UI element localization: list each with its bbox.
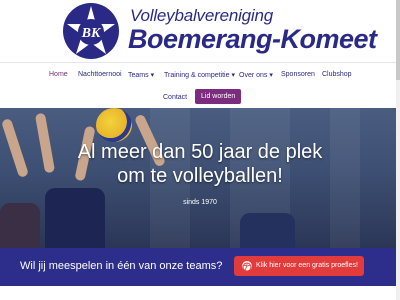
cta-band: Wil jij meespelen in één van onze teams?…: [0, 248, 400, 286]
nav-item-sponsoren[interactable]: Sponsoren: [281, 71, 315, 78]
chevron-down-icon: ▾: [269, 72, 273, 79]
nav-item-nachttoernooi[interactable]: Nachttoernooi: [78, 71, 122, 78]
chevron-down-icon: ▾: [150, 72, 155, 79]
player-silhouette: [45, 188, 105, 248]
hero-title: Al meer dan 50 jaar de plek om te volley…: [0, 140, 400, 188]
trial-lesson-button[interactable]: Klik hier voor een gratis proefles!: [234, 256, 364, 276]
nav-item-teams[interactable]: Teams ▾: [128, 71, 154, 79]
player-silhouette: [240, 213, 295, 248]
club-logo[interactable]: BK: [62, 2, 120, 60]
nav-item-home[interactable]: Home: [49, 71, 68, 78]
join-club-button[interactable]: Lid worden: [195, 89, 242, 104]
nav-item-over-ons[interactable]: Over ons ▾: [239, 71, 273, 79]
hero-title-line-1: Al meer dan 50 jaar de plek: [77, 141, 323, 163]
chevron-down-icon: ▾: [231, 72, 235, 79]
logo-lettering: BK: [81, 26, 102, 41]
hero-banner: Al meer dan 50 jaar de plek om te volley…: [0, 108, 400, 248]
nav-item-clubshop[interactable]: Clubshop: [322, 71, 352, 78]
nav-item-contact[interactable]: Contact: [163, 94, 187, 101]
scrollbar-thumb[interactable]: [396, 0, 400, 80]
hero-subtitle: sinds 1970: [183, 199, 217, 206]
main-navigation: Home Nachttoernooi Teams ▾ Training & co…: [0, 62, 400, 107]
brand-title[interactable]: Boemerang-Komeet: [128, 24, 377, 55]
page-footer-strip: [0, 286, 400, 300]
hero-title-line-2: om te volleyballen!: [117, 165, 283, 187]
trial-lesson-label: Klik hier voor een gratis proefles!: [256, 262, 358, 269]
player-silhouette: [0, 203, 40, 248]
volleyball-icon: [242, 261, 252, 272]
volleyball-image: [96, 108, 132, 142]
page-scrollbar[interactable]: [396, 0, 400, 300]
site-header: BK Volleybalvereniging Boemerang-Komeet: [0, 0, 400, 62]
brand-subtitle: Volleybalvereniging: [130, 6, 273, 25]
cta-question: Wil jij meespelen in één van onze teams?: [20, 260, 223, 272]
nav-item-training[interactable]: Training & competitie ▾: [164, 71, 235, 79]
